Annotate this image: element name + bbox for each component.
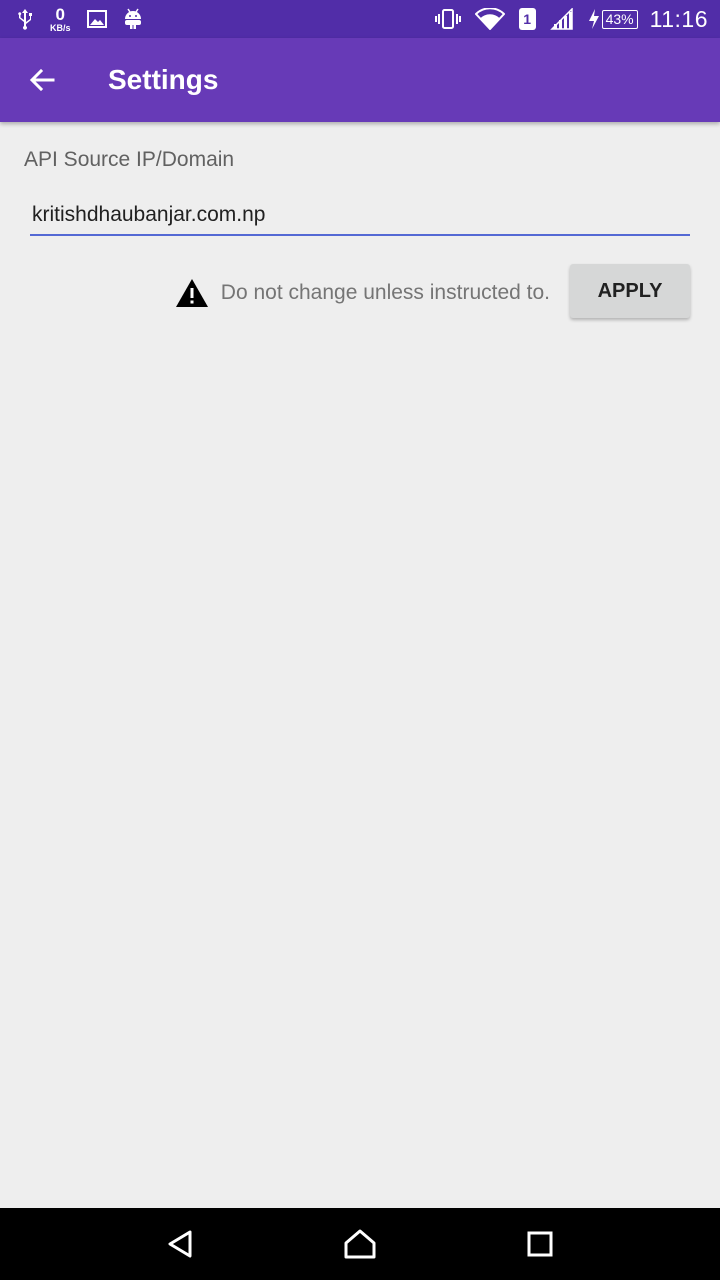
home-icon <box>344 1229 376 1259</box>
back-triangle-icon <box>168 1230 192 1258</box>
wifi-icon <box>474 8 505 30</box>
net-speed-value: 0 <box>55 4 65 24</box>
network-speed-indicator: 0 KB/s <box>50 6 71 33</box>
recents-icon <box>527 1231 553 1257</box>
arrow-back-icon <box>29 68 55 92</box>
nav-back-button[interactable] <box>160 1226 200 1262</box>
status-clock: 11:16 <box>649 5 708 32</box>
nav-recents-button[interactable] <box>520 1226 560 1262</box>
usb-icon <box>16 8 34 30</box>
charging-icon <box>588 8 600 30</box>
warning-text: Do not change unless instructed to. <box>220 281 550 304</box>
page-title: Settings <box>108 64 219 95</box>
android-icon <box>123 8 143 30</box>
app-bar: Settings <box>0 38 720 122</box>
status-bar-left: 0 KB/s <box>16 0 159 38</box>
nav-home-button[interactable] <box>340 1226 380 1262</box>
status-bar: 0 KB/s 1 43% 11:16 <box>0 0 720 38</box>
signal-icon <box>549 8 574 30</box>
image-icon <box>86 10 107 28</box>
warning-icon <box>175 278 209 308</box>
vibrate-icon <box>434 9 461 29</box>
status-bar-right: 1 43% 11:16 <box>421 0 708 38</box>
net-speed-unit: KB/s <box>50 22 71 33</box>
warning-row: Do not change unless instructed to. <box>175 276 550 310</box>
battery-percent: 43% <box>601 9 638 29</box>
api-source-label: API Source IP/Domain <box>24 148 235 171</box>
back-button[interactable] <box>22 60 62 100</box>
sim-slot-badge: 1 <box>518 8 536 30</box>
apply-button[interactable]: APPLY <box>570 264 690 318</box>
api-source-input[interactable] <box>30 200 690 236</box>
navigation-bar <box>0 1208 720 1280</box>
